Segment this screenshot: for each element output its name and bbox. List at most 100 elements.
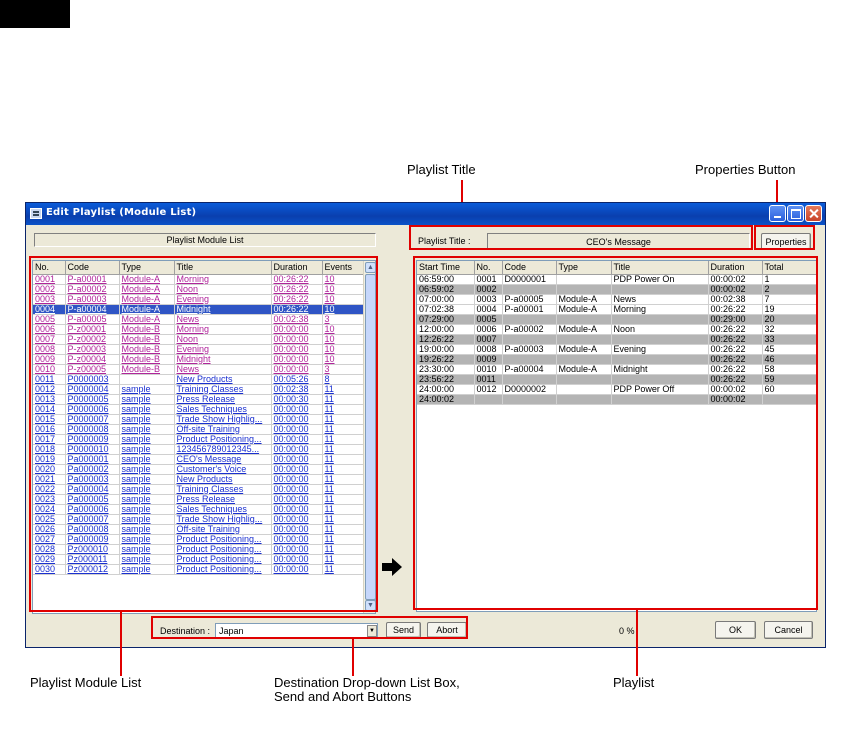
- module-row[interactable]: 0024 Pa000006 sample Sales Techniques 00:00:…: [33, 504, 365, 515]
- module-cell-duration: 00:00:00: [271, 344, 323, 355]
- playlist-column-header[interactable]: Title: [611, 261, 709, 275]
- module-row[interactable]: 0005 P-a00005 Module-A News 00:02:38 3: [33, 314, 365, 325]
- playlist-row[interactable]: 07:29:00 0005 00:29:00 20: [417, 314, 816, 325]
- module-row[interactable]: 0026 Pa000008 sample Off-site Training 00:00…: [33, 524, 365, 535]
- playlist-title-label: Playlist Title :: [418, 236, 471, 246]
- playlist-cell-title: Midnight: [611, 364, 709, 375]
- module-cell-duration: 00:00:00: [271, 354, 323, 365]
- add-to-playlist-arrow-icon[interactable]: [382, 558, 402, 576]
- playlist-cell-no: 0004: [474, 304, 503, 315]
- module-cell-type: sample: [119, 524, 175, 535]
- module-row[interactable]: 0009 P-z00004 Module-B Midnight 00:00:00 10: [33, 354, 365, 365]
- module-row[interactable]: 0028 Pz000010 sample Product Positioning...…: [33, 544, 365, 555]
- playlist-column-header[interactable]: Code: [502, 261, 557, 275]
- module-list-grid[interactable]: No. Code Type Title Duration Events 0001 P-a00…: [32, 260, 376, 614]
- playlist-title-field[interactable]: CEO's Message: [487, 233, 750, 250]
- playlist-row[interactable]: 23:56:22 0011 00:26:22 59: [417, 374, 816, 385]
- module-row[interactable]: 0001 P-a00001 Module-A Morning 00:26:22 10: [33, 274, 365, 285]
- module-row[interactable]: 0017 P0000009 sample Product Positioning...…: [33, 434, 365, 445]
- module-column-header[interactable]: Title: [174, 261, 272, 275]
- scroll-up-icon[interactable]: ▲: [365, 262, 375, 273]
- module-row[interactable]: 0008 P-z00003 Module-B Evening 00:00:00 10: [33, 344, 365, 355]
- module-row[interactable]: 0006 P-z00001 Module-B Morning 00:00:00 10: [33, 324, 365, 335]
- playlist-row[interactable]: 06:59:02 0002 00:00:02 2: [417, 284, 816, 295]
- playlist-column-header[interactable]: Duration: [708, 261, 763, 275]
- minimize-icon[interactable]: [769, 205, 786, 222]
- ok-button[interactable]: OK: [715, 621, 756, 639]
- module-cell-type: sample: [119, 544, 175, 555]
- playlist-cell-duration: 00:00:02: [708, 394, 763, 405]
- module-cell-type: sample: [119, 564, 175, 575]
- module-cell-duration: 00:00:00: [271, 504, 323, 515]
- module-row[interactable]: 0007 P-z00002 Module-B Noon 00:00:00 10: [33, 334, 365, 345]
- playlist-row[interactable]: 12:26:22 0007 00:26:22 33: [417, 334, 816, 345]
- playlist-cell-total: 60: [762, 384, 816, 395]
- playlist-column-header[interactable]: No.: [474, 261, 503, 275]
- playlist-cell-no: 0012: [474, 384, 503, 395]
- playlist-row[interactable]: 24:00:00 0012 D0000002 PDP Power Off 00:00:0…: [417, 384, 816, 395]
- module-row[interactable]: 0027 Pa000009 sample Product Positioning...…: [33, 534, 365, 545]
- cancel-button[interactable]: Cancel: [764, 621, 813, 639]
- module-row[interactable]: 0022 Pa000004 sample Training Classes 00:00:…: [33, 484, 365, 495]
- dropdown-arrow-icon[interactable]: ▼: [367, 625, 377, 637]
- module-cell-title: Training Classes: [174, 484, 272, 495]
- module-column-header[interactable]: Type: [119, 261, 175, 275]
- module-row[interactable]: 0003 P-a00003 Module-A Evening 00:26:22 10: [33, 294, 365, 305]
- module-cell-no: 0024: [33, 504, 66, 515]
- maximize-icon[interactable]: [787, 205, 804, 222]
- title-bar[interactable]: Edit Playlist (Module List): [26, 203, 825, 225]
- module-row[interactable]: 0019 Pa000001 sample CEO's Message 00:00:00 1…: [33, 454, 365, 465]
- playlist-row[interactable]: 19:26:22 0009 00:26:22 46: [417, 354, 816, 365]
- playlist-row[interactable]: 24:00:02 00:00:02: [417, 394, 816, 405]
- module-column-header[interactable]: No.: [33, 261, 66, 275]
- abort-button[interactable]: Abort: [427, 622, 467, 638]
- module-cell-code: P0000009: [65, 434, 120, 445]
- playlist-row[interactable]: 23:30:00 0010 P-a00004 Module-A Midnight 00:2…: [417, 364, 816, 375]
- playlist-column-header[interactable]: Total: [762, 261, 816, 275]
- module-cell-title: Noon: [174, 284, 272, 295]
- module-column-header[interactable]: Events: [322, 261, 365, 275]
- module-row[interactable]: 0015 P0000007 sample Trade Show Highlig... 0…: [33, 414, 365, 425]
- module-row[interactable]: 0025 Pa000007 sample Trade Show Highlig... 0…: [33, 514, 365, 525]
- close-icon[interactable]: [805, 205, 822, 222]
- module-row[interactable]: 0023 Pa000005 sample Press Release 00:00:00 1…: [33, 494, 365, 505]
- playlist-cell-type: Module-A: [556, 304, 612, 315]
- module-row[interactable]: 0030 Pz000012 sample Product Positioning...…: [33, 564, 365, 575]
- module-column-header[interactable]: Code: [65, 261, 120, 275]
- module-column-header[interactable]: Duration: [271, 261, 323, 275]
- properties-button[interactable]: Properties: [761, 233, 811, 250]
- playlist-row[interactable]: 12:00:00 0006 P-a00002 Module-A Noon 00:26:22…: [417, 324, 816, 335]
- scroll-thumb[interactable]: [365, 274, 375, 600]
- module-row[interactable]: 0016 P0000008 sample Off-site Training 00:00…: [33, 424, 365, 435]
- module-cell-duration: 00:00:00: [271, 494, 323, 505]
- module-row[interactable]: 0002 P-a00002 Module-A Noon 00:26:22 10: [33, 284, 365, 295]
- module-row[interactable]: 0020 Pa000002 sample Customer's Voice 00:00:…: [33, 464, 365, 475]
- module-cell-code: Pa000001: [65, 454, 120, 465]
- module-row[interactable]: 0004 P-a00004 Module-A Midnight 00:26:22 10: [33, 304, 365, 315]
- module-cell-code: P-z00004: [65, 354, 120, 365]
- playlist-row[interactable]: 06:59:00 0001 D0000001 PDP Power On 00:00:02…: [417, 274, 816, 285]
- destination-dropdown[interactable]: Japan: [215, 623, 378, 638]
- playlist-grid[interactable]: Start Time No. Code Type Title Duration Total …: [416, 260, 817, 612]
- module-row[interactable]: 0021 Pa000003 sample New Products 00:00:00 11: [33, 474, 365, 485]
- playlist-cell-no: 0009: [474, 354, 503, 365]
- playlist-column-header[interactable]: Type: [556, 261, 612, 275]
- scroll-down-icon[interactable]: ▼: [365, 600, 375, 611]
- module-list-scrollbar[interactable]: ▲ ▼: [363, 261, 375, 613]
- playlist-row[interactable]: 19:00:00 0008 P-a00003 Module-A Evening 00:26…: [417, 344, 816, 355]
- module-row[interactable]: 0029 Pz000011 sample Product Positioning...…: [33, 554, 365, 565]
- module-cell-events: 10: [322, 324, 365, 335]
- playlist-column-header[interactable]: Start Time: [417, 261, 475, 275]
- playlist-row[interactable]: 07:02:38 0004 P-a00001 Module-A Morning 00:26…: [417, 304, 816, 315]
- module-row[interactable]: 0010 P-z00005 Module-B News 00:00:00 3: [33, 364, 365, 375]
- playlist-row[interactable]: 07:00:00 0003 P-a00005 Module-A News 00:02:38…: [417, 294, 816, 305]
- playlist-cell-start: 23:30:00: [417, 364, 475, 375]
- module-row[interactable]: 0018 P0000010 sample 123456789012345... 00:0…: [33, 444, 365, 455]
- module-row[interactable]: 0013 P0000005 sample Press Release 00:00:30 1…: [33, 394, 365, 405]
- module-row[interactable]: 0014 P0000006 sample Sales Techniques 00:00:…: [33, 404, 365, 415]
- module-cell-events: 11: [322, 424, 365, 435]
- module-row[interactable]: 0011 P0000003 New Products 00:05:26 8: [33, 374, 365, 385]
- module-cell-events: 11: [322, 384, 365, 395]
- module-row[interactable]: 0012 P0000004 sample Training Classes 00:02:…: [33, 384, 365, 395]
- send-button[interactable]: Send: [386, 622, 421, 638]
